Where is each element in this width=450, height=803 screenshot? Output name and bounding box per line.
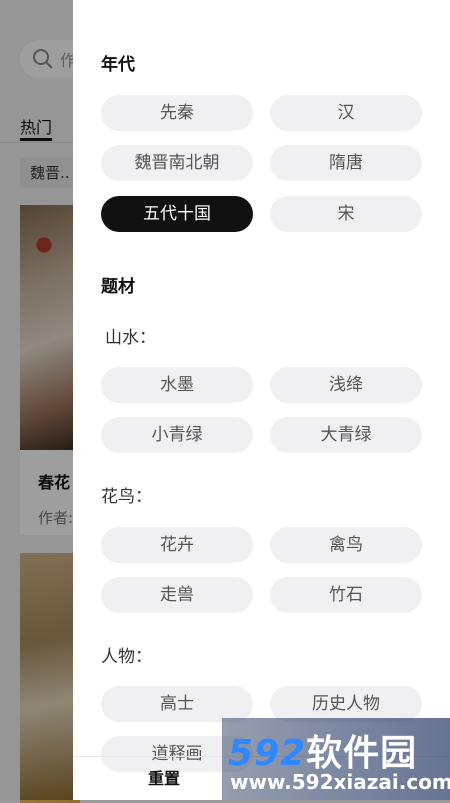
era-option[interactable]: 宋 <box>270 196 422 232</box>
era-option[interactable]: 隋唐 <box>270 145 422 181</box>
era-option-selected[interactable]: 五代十国 <box>101 196 253 232</box>
subject-option[interactable]: 水墨 <box>101 367 253 403</box>
subject-option[interactable]: 花卉 <box>101 527 253 563</box>
subject-option[interactable]: 竹石 <box>270 577 422 613</box>
era-section-title: 年代 <box>101 55 135 75</box>
subject-option[interactable]: 历史人物 <box>270 686 422 722</box>
watermark-url: www.592xiazai.com <box>230 770 450 794</box>
subject-section-title: 题材 <box>101 277 135 297</box>
subject-option[interactable]: 小青绿 <box>101 417 253 453</box>
subject-option[interactable]: 高士 <box>101 686 253 722</box>
reset-button[interactable]: 重置 <box>119 766 209 792</box>
subject-option[interactable]: 大青绿 <box>270 417 422 453</box>
figure-group-label: 人物： <box>101 647 152 667</box>
subject-option[interactable]: 禽鸟 <box>270 527 422 563</box>
era-option[interactable]: 汉 <box>270 95 422 131</box>
watermark-brand: 软件园 <box>306 733 418 774</box>
subject-option[interactable]: 浅绛 <box>270 367 422 403</box>
landscape-group-label: 山水： <box>105 328 156 348</box>
era-option[interactable]: 先秦 <box>101 95 253 131</box>
filter-drawer: 年代 先秦 汉 魏晋南北朝 隋唐 五代十国 宋 题材 山水： 水墨 浅绛 小青绿… <box>73 0 450 800</box>
watermark-logo: 592软件园 <box>228 724 417 776</box>
bird-flower-group-label: 花鸟： <box>101 487 152 507</box>
site-watermark: 592软件园 www.592xiazai.com <box>222 718 450 800</box>
subject-option[interactable]: 走兽 <box>101 577 253 613</box>
era-option[interactable]: 魏晋南北朝 <box>101 145 253 181</box>
watermark-digits: 592 <box>228 733 307 774</box>
